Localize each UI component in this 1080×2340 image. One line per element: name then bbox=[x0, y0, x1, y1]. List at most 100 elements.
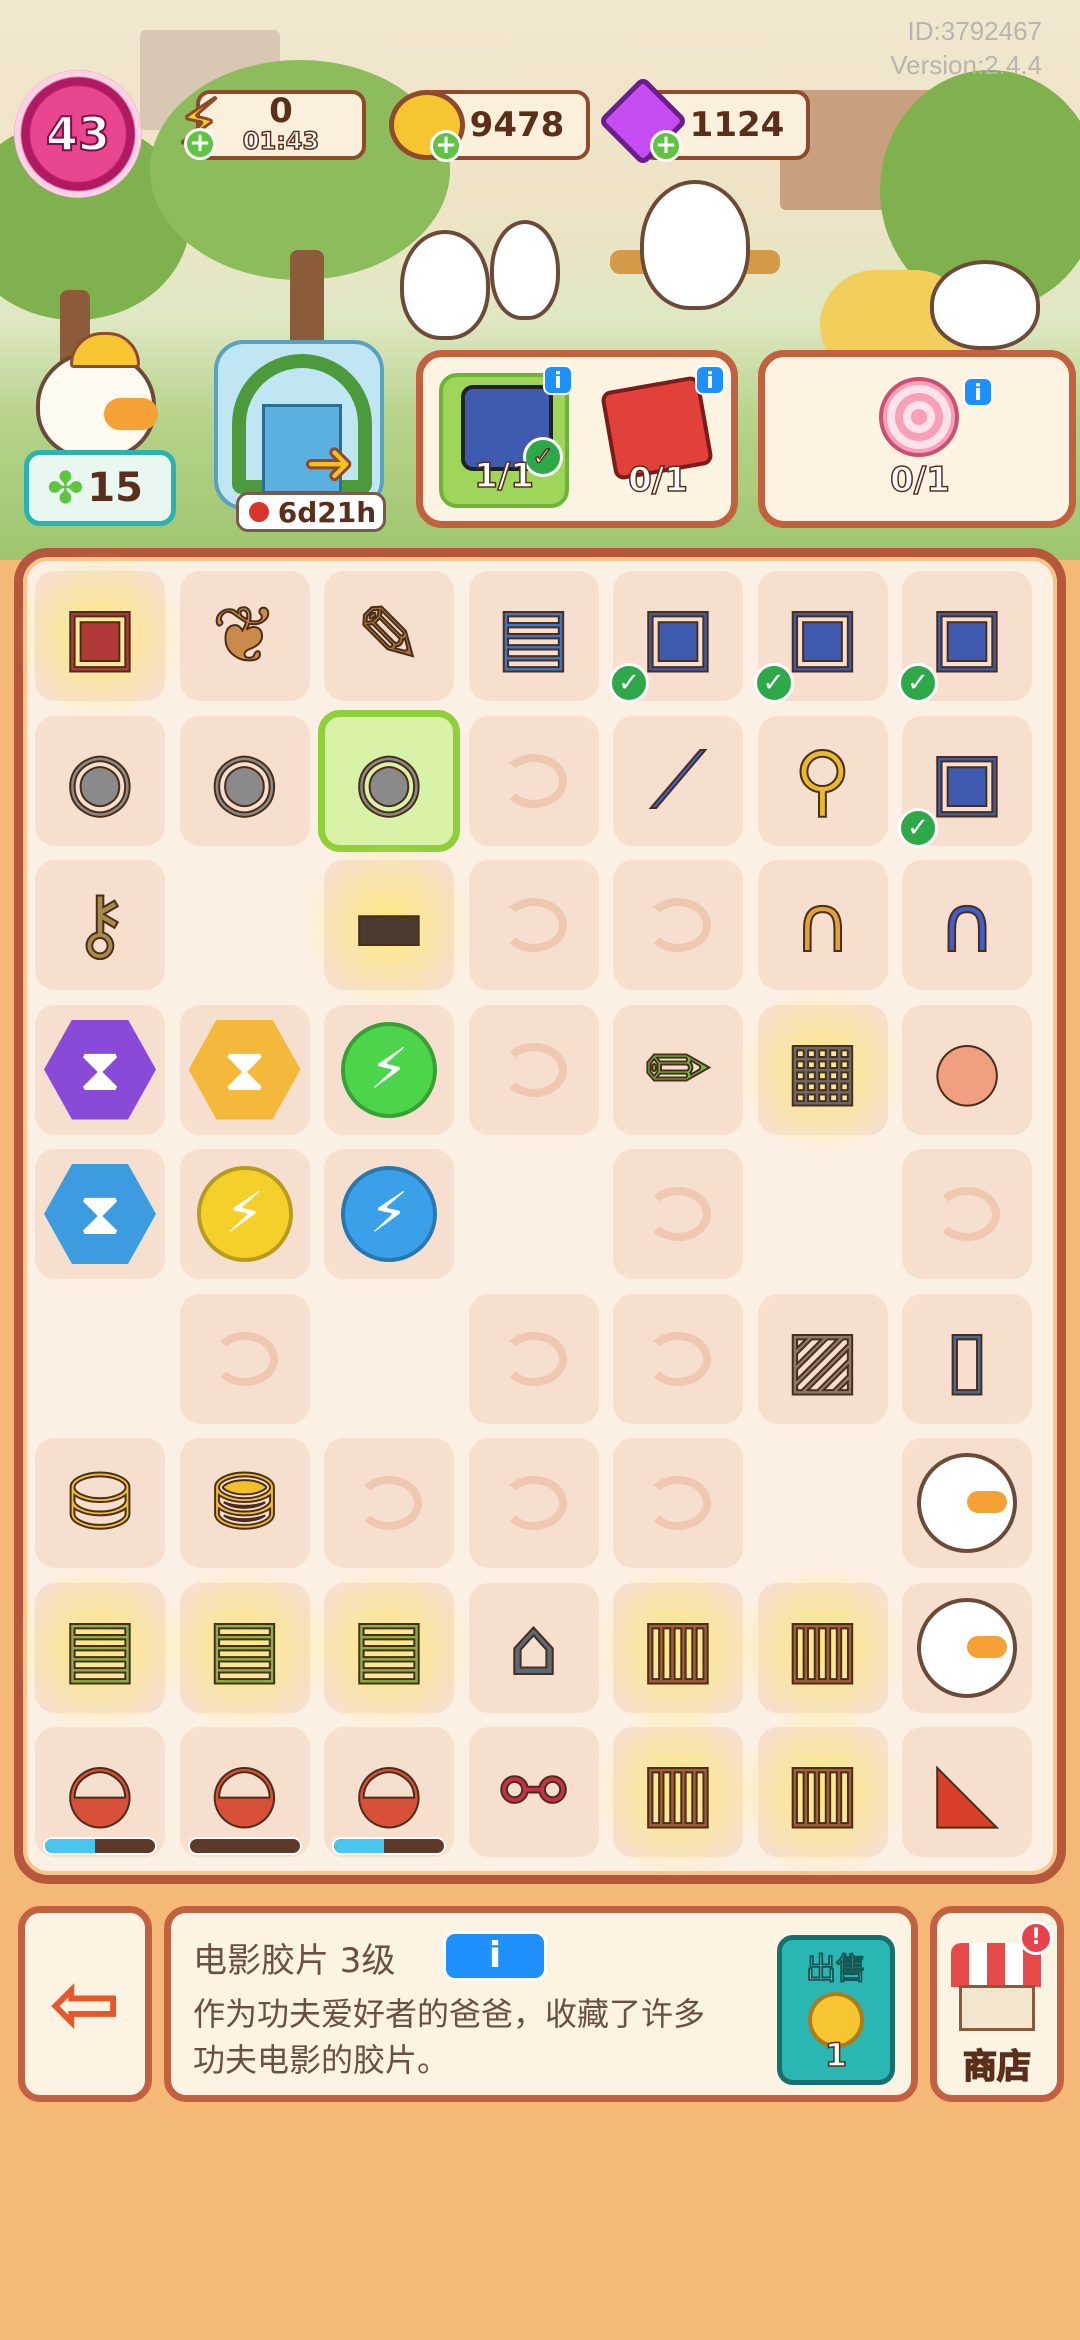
version-info: ID:3792467 Version:2.4.4 bbox=[890, 14, 1042, 82]
board-item-duck-angel[interactable] bbox=[902, 1582, 1032, 1713]
board-item-plasma-ball[interactable]: ● bbox=[902, 1004, 1032, 1135]
board-item-key-scepter[interactable]: ⚷ bbox=[35, 860, 165, 990]
board-item-film-reel[interactable]: ◉ bbox=[179, 715, 310, 846]
board-item-coin-stack[interactable]: ⛃ bbox=[179, 1438, 310, 1568]
board-item-poster-board[interactable]: ▯ bbox=[902, 1293, 1032, 1424]
board-item-film-reel[interactable]: ◉ bbox=[35, 715, 165, 846]
board-item-generator-stage[interactable]: ◒ bbox=[179, 1727, 310, 1857]
nunchaku-icon: ⚯ bbox=[500, 1747, 567, 1837]
item-info-button[interactable]: i bbox=[443, 1931, 547, 1981]
board-item-generator-stage[interactable]: ◒ bbox=[35, 1727, 165, 1857]
recycle-lock-icon bbox=[500, 1042, 567, 1097]
board-item-photo-frames[interactable]: ▨ bbox=[757, 1293, 888, 1424]
key-scepter-icon: ⚷ bbox=[70, 880, 129, 970]
energy-timer: 01:43 bbox=[242, 126, 320, 156]
board-item-generator-books[interactable]: ▤ bbox=[15, 1562, 185, 1733]
board-item-generator-fence[interactable]: ▥ bbox=[737, 1562, 908, 1733]
board-item-generator-books[interactable]: ▤ bbox=[304, 1562, 474, 1733]
pencil-icon: ✏ bbox=[644, 1024, 711, 1115]
board-cell-empty[interactable] bbox=[324, 1294, 454, 1424]
generator-progress-fill bbox=[45, 1839, 95, 1853]
wood-scroll-icon: ✎ bbox=[355, 591, 422, 681]
board-item-nunchaku[interactable]: ⚯ bbox=[468, 1727, 599, 1857]
clover-icon: ✤ bbox=[47, 463, 84, 514]
generator-progress-bar bbox=[187, 1837, 302, 1855]
info-icon[interactable]: i bbox=[543, 365, 573, 395]
board-item-energy-blue[interactable]: ⚡ bbox=[324, 1149, 454, 1279]
recycle-lock-icon bbox=[211, 1331, 278, 1386]
board-cell-empty[interactable] bbox=[758, 1438, 888, 1568]
star-counter[interactable]: ✤ 15 bbox=[24, 450, 176, 526]
board-item-wood-scroll[interactable]: ✎ bbox=[324, 571, 454, 701]
board-item-map-scroll[interactable]: ❦ bbox=[179, 571, 310, 701]
board-cell-locked[interactable] bbox=[468, 1438, 599, 1568]
board-item-speaker-box-done[interactable]: ▣ ✓ bbox=[898, 715, 1032, 848]
energy-blue-icon: ⚡ bbox=[324, 1149, 454, 1279]
board-item-duck-ninja[interactable] bbox=[902, 1438, 1032, 1568]
board-item-book-bundle[interactable]: ▤ bbox=[468, 571, 599, 701]
board-cell-locked[interactable] bbox=[468, 860, 599, 990]
duck-worker-icon[interactable] bbox=[36, 332, 158, 460]
board-item-hourglass-blue[interactable]: ⧗ bbox=[35, 1149, 165, 1279]
info-icon[interactable]: i bbox=[695, 365, 725, 395]
board-cell-empty[interactable] bbox=[469, 1149, 599, 1279]
board-item-generator-chest[interactable]: ▬ bbox=[304, 840, 474, 1010]
recycle-lock-icon bbox=[645, 1331, 711, 1386]
recycle-lock-icon bbox=[356, 1476, 422, 1530]
board-cell-locked[interactable] bbox=[468, 1004, 599, 1135]
board-item-pennant-no1[interactable]: ◣ bbox=[902, 1727, 1032, 1857]
board-item-generator-books[interactable]: ▤ bbox=[159, 1562, 330, 1733]
board-cell-empty[interactable] bbox=[180, 860, 310, 990]
item-description-panel: 电影胶片 3级 i 作为功夫爱好者的爸爸，收藏了许多功夫电影的胶片。 出售 1 bbox=[164, 1906, 918, 2102]
board-cell-locked[interactable] bbox=[613, 1438, 743, 1568]
board-cell-locked[interactable] bbox=[468, 1293, 599, 1424]
board-item-generator-stage[interactable]: ◒ bbox=[324, 1727, 454, 1857]
board-item-rope-post[interactable]: ∩ bbox=[902, 860, 1032, 990]
info-icon[interactable]: i bbox=[963, 377, 993, 407]
sell-button[interactable]: 出售 1 bbox=[777, 1935, 895, 2085]
add-coins-button[interactable]: + bbox=[430, 130, 462, 162]
board-item-pencil[interactable]: ✏ bbox=[613, 1004, 743, 1135]
board-item-exercise-bike[interactable]: ⚲ bbox=[757, 715, 888, 846]
board-cell-locked[interactable] bbox=[324, 1438, 454, 1568]
board-cell-locked[interactable] bbox=[613, 1149, 743, 1279]
add-gems-button[interactable]: + bbox=[650, 130, 682, 162]
board-item-generator-toolbox[interactable]: ▦ bbox=[737, 984, 908, 1155]
generator-progress-bar bbox=[332, 1837, 446, 1855]
board-item-hourglass-purple[interactable]: ⧗ bbox=[35, 1004, 165, 1135]
board-item-generator-fence[interactable]: ▥ bbox=[593, 1562, 763, 1733]
board-item-energy-yellow[interactable]: ⚡ bbox=[179, 1149, 310, 1279]
board-cell-empty[interactable] bbox=[35, 1294, 165, 1424]
board-item-film-reel-selected[interactable]: ◉ bbox=[318, 709, 460, 852]
board-cell-empty[interactable] bbox=[758, 1149, 888, 1279]
board-item-generator-fence[interactable]: ▥ bbox=[593, 1707, 763, 1877]
sell-price: 1 bbox=[824, 2035, 848, 2075]
board-item-coin-pile[interactable]: ⛁ bbox=[35, 1438, 165, 1568]
board-item-energy-green[interactable]: ⚡ bbox=[324, 1004, 454, 1135]
board-item-rope-barrier[interactable]: ∩ bbox=[757, 860, 888, 990]
order-panel-1[interactable]: ✓ 1/1 i 0/1 i bbox=[416, 350, 738, 528]
board-item-ladder-slide[interactable]: ⟋ bbox=[613, 715, 743, 846]
board-item-generator-fence[interactable]: ▥ bbox=[737, 1707, 908, 1877]
energy-value: 0 bbox=[269, 91, 293, 131]
order-panel-2[interactable]: 0/1 i bbox=[758, 350, 1076, 528]
shop-button[interactable]: 商店 ! bbox=[930, 1906, 1064, 2102]
board-item-hourglass-gold[interactable]: ⧗ bbox=[179, 1004, 310, 1135]
board-item-speaker-box-done[interactable]: ▣ ✓ bbox=[898, 571, 1032, 703]
generator-fence-icon: ▥ bbox=[640, 1747, 716, 1837]
exit-button[interactable]: ⇦ bbox=[18, 1906, 152, 2102]
add-energy-button[interactable]: + bbox=[184, 128, 216, 160]
event-garden-gate-icon[interactable]: ➜ bbox=[214, 340, 384, 510]
board-item-speaker-box-done[interactable]: ▣ ✓ bbox=[753, 571, 888, 703]
order-progress: 0/1 bbox=[627, 459, 688, 501]
board-item-house-timer[interactable]: ⌂ bbox=[468, 1582, 599, 1713]
board-cell-locked[interactable] bbox=[902, 1149, 1032, 1279]
generator-progress-fill bbox=[334, 1839, 384, 1853]
board-cell-locked[interactable] bbox=[179, 1293, 310, 1424]
board-cell-locked[interactable] bbox=[613, 860, 743, 990]
board-cell-locked[interactable] bbox=[468, 715, 599, 846]
board-item-speaker-box-done[interactable]: ▣ ✓ bbox=[609, 571, 743, 703]
board-cell-locked[interactable] bbox=[613, 1293, 743, 1424]
level-badge[interactable]: 43 bbox=[14, 70, 142, 198]
board-item-generator-tv[interactable]: ▣ bbox=[15, 551, 185, 721]
